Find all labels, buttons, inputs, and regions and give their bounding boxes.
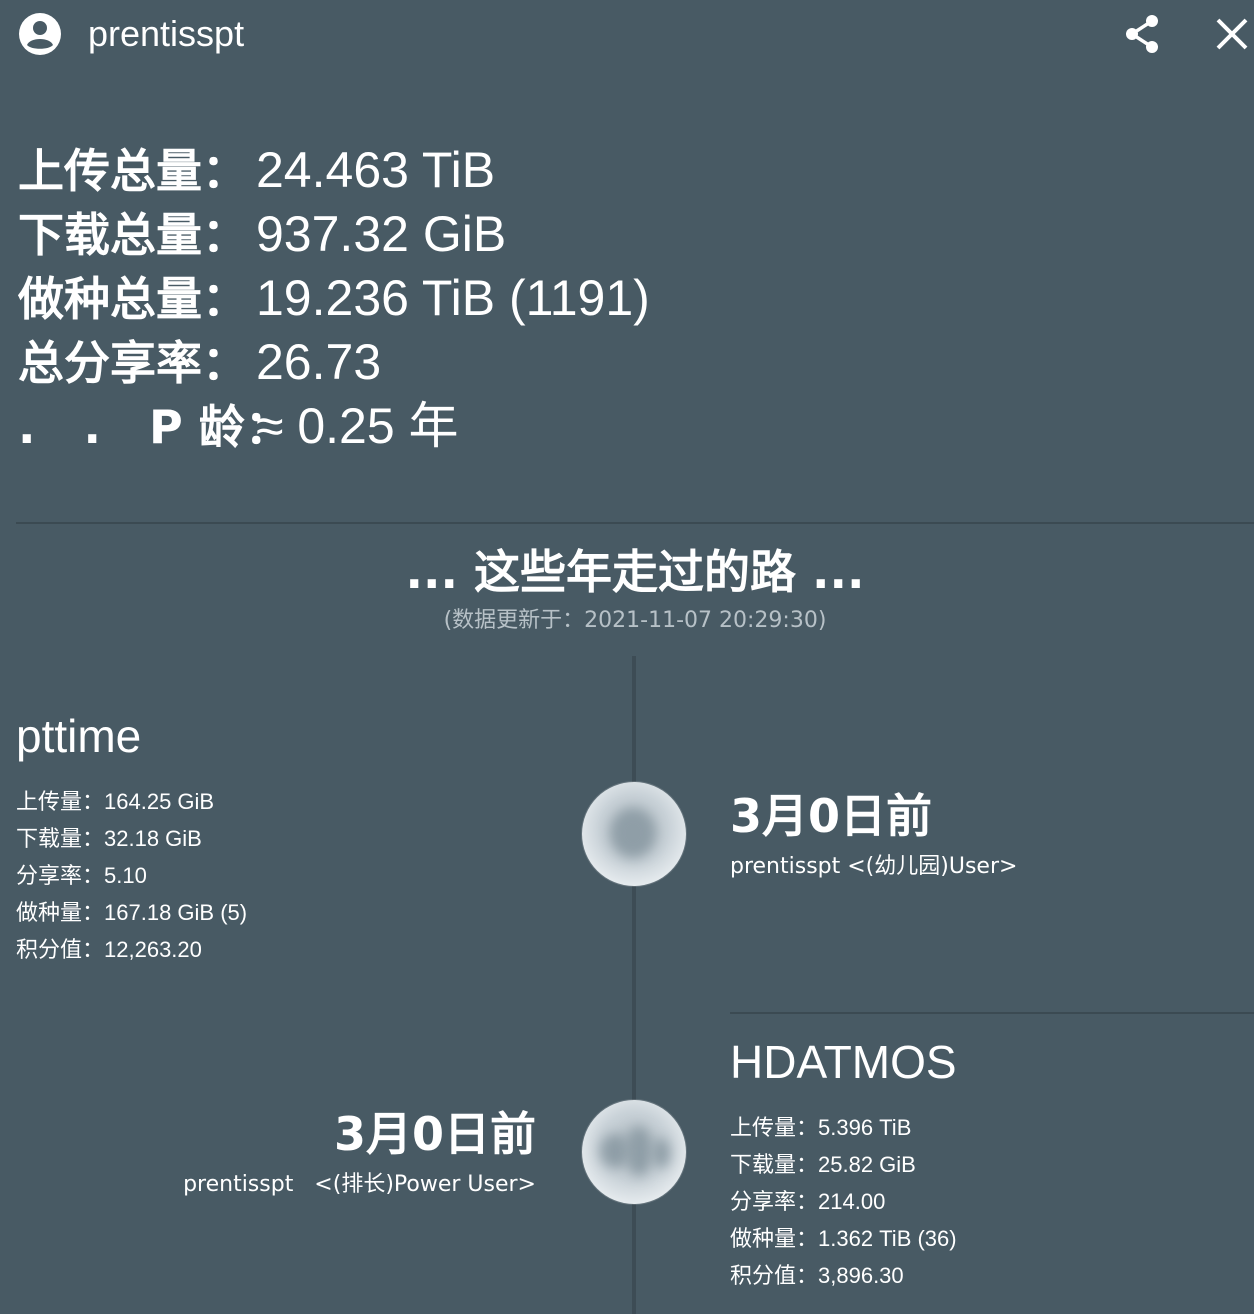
stat-label: 积分值： xyxy=(730,1264,819,1289)
journey-updated: (数据更新于：2021-11-07 20:29:30) xyxy=(443,608,827,633)
account-circle-icon xyxy=(18,12,62,56)
header-username: prentisspt xyxy=(88,13,245,54)
site-name-pttime: pttime xyxy=(16,710,142,762)
stat-label: 做种量： xyxy=(16,901,105,926)
journey-title: ... 这些年走过的路 ... xyxy=(405,545,865,599)
share-button[interactable] xyxy=(1122,12,1166,56)
stat-value: 5.10 xyxy=(104,863,147,888)
summary-ratio-label: 总分享率： xyxy=(18,336,248,390)
summary-ratio-value: 26.73 xyxy=(256,334,382,390)
summary-upload: 上传总量： 24.463 TiB xyxy=(18,138,495,203)
summary-download-label: 下载总量： xyxy=(18,208,248,262)
stat-upload: 上传量：5.396 TiB xyxy=(730,1110,957,1147)
site-logo-pttime[interactable] xyxy=(582,782,686,886)
event-date-pttime: 3月0日前 xyxy=(730,789,933,843)
stat-upload: 上传量：164.25 GiB xyxy=(16,784,247,821)
stat-label: 分享率： xyxy=(16,864,105,889)
stat-value: 214.00 xyxy=(818,1189,886,1214)
stat-value: 167.18 GiB (5) xyxy=(104,900,248,925)
stat-label: 上传量： xyxy=(16,790,105,815)
stat-ratio: 分享率：214.00 xyxy=(730,1184,957,1221)
stat-label: 分享率： xyxy=(730,1190,819,1215)
close-button[interactable] xyxy=(1210,12,1254,56)
site-stats-pttime: 上传量：164.25 GiB 下载量：32.18 GiB 分享率：5.10 做种… xyxy=(16,784,247,969)
event-date-hdatmos: 3月0日前 xyxy=(333,1107,536,1161)
site-divider xyxy=(730,1012,1254,1014)
summary-download-value: 937.32 GiB xyxy=(256,206,507,262)
site-logo-hdatmos[interactable] xyxy=(582,1100,686,1204)
summary-download: 下载总量： 937.32 GiB xyxy=(18,202,506,267)
stat-label: 上传量： xyxy=(730,1116,819,1141)
stat-download: 下载量：25.82 GiB xyxy=(730,1147,957,1184)
summary-age: . . P 龄：≈ 0.25 年 xyxy=(18,394,459,459)
summary-seeding-value: 19.236 TiB (1191) xyxy=(256,270,650,326)
summary-ratio: 总分享率： 26.73 xyxy=(18,330,381,395)
site-stats-hdatmos: 上传量：5.396 TiB 下载量：25.82 GiB 分享率：214.00 做… xyxy=(730,1110,957,1295)
stat-label: 下载量： xyxy=(16,827,105,852)
stat-seeding: 做种量：167.18 GiB (5) xyxy=(16,895,247,932)
stat-label: 做种量： xyxy=(730,1227,819,1252)
stat-ratio: 分享率：5.10 xyxy=(16,858,247,895)
stat-value: 5.396 TiB xyxy=(818,1115,912,1140)
stat-label: 下载量： xyxy=(730,1153,819,1178)
stat-value: 32.18 GiB xyxy=(104,826,202,851)
stat-points: 积分值：12,263.20 xyxy=(16,932,247,969)
stat-value: 1.362 TiB (36) xyxy=(818,1226,957,1251)
stat-value: 12,263.20 xyxy=(104,937,202,962)
timeline-line xyxy=(632,656,636,1314)
event-desc-hdatmos: prentisspt <(排长)Power User> xyxy=(183,1172,536,1197)
stat-value: 25.82 GiB xyxy=(818,1152,916,1177)
summary-age-value: ≈ 0.25 年 xyxy=(256,398,459,454)
summary-upload-value: 24.463 TiB xyxy=(256,142,496,198)
summary-age-label: . . P 龄： xyxy=(18,400,291,454)
stat-seeding: 做种量：1.362 TiB (36) xyxy=(730,1221,957,1258)
stat-points: 积分值：3,896.30 xyxy=(730,1258,957,1295)
close-icon xyxy=(1216,18,1248,50)
stat-download: 下载量：32.18 GiB xyxy=(16,821,247,858)
summary-seeding: 做种总量： 19.236 TiB (1191) xyxy=(18,266,650,331)
summary-upload-label: 上传总量： xyxy=(18,144,248,198)
share-icon xyxy=(1126,15,1158,53)
event-desc-pttime: prentisspt <(幼儿园)User> xyxy=(730,854,1018,879)
site-name-hdatmos: HDATMOS xyxy=(730,1036,957,1088)
stat-value: 164.25 GiB xyxy=(104,789,215,814)
stat-value: 3,896.30 xyxy=(818,1263,904,1288)
summary-seeding-label: 做种总量： xyxy=(18,272,248,326)
section-divider xyxy=(16,522,1254,524)
stat-label: 积分值： xyxy=(16,938,105,963)
